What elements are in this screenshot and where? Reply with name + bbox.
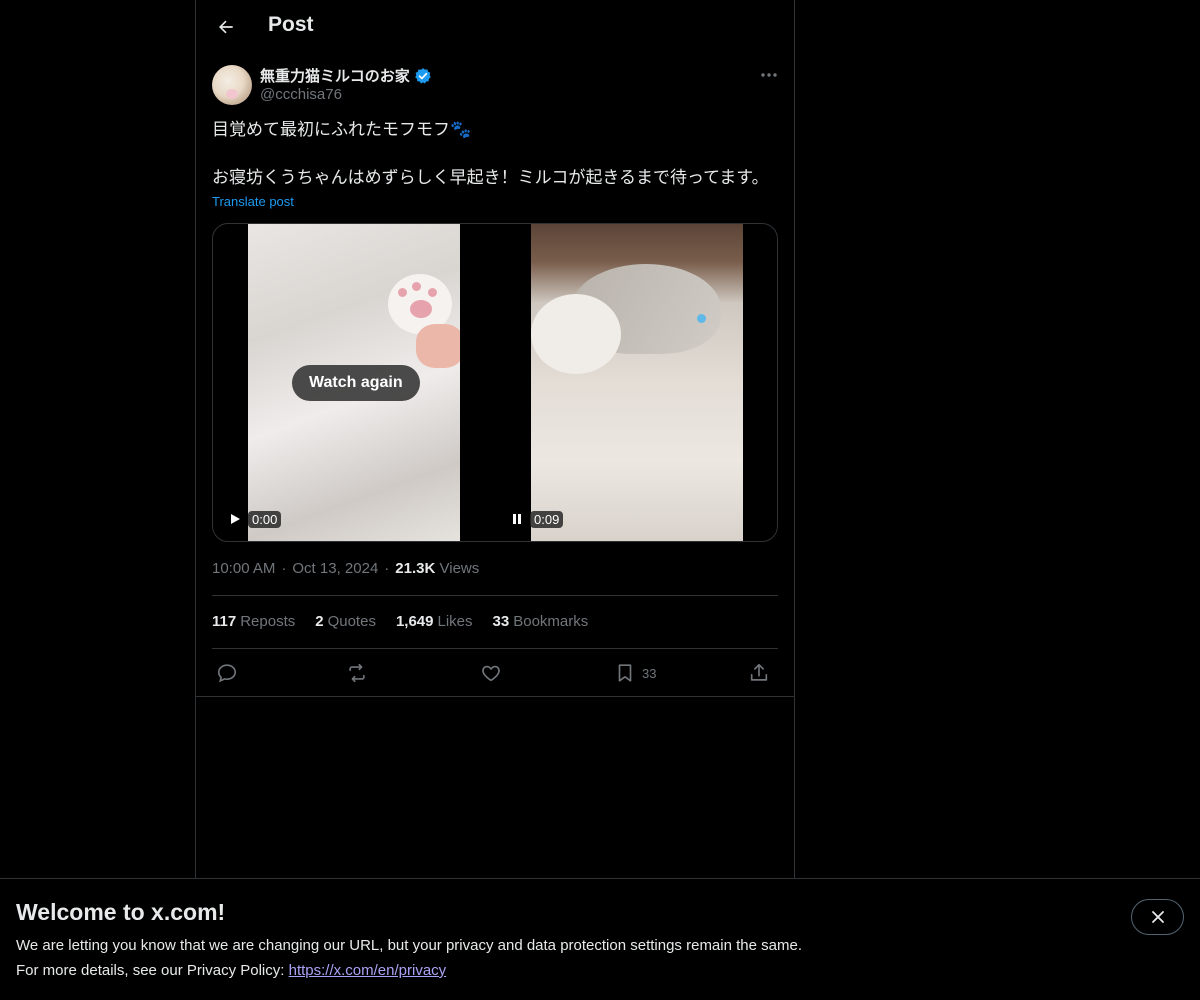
post-actions: 33 xyxy=(212,656,778,690)
stat-quotes[interactable]: 2 Quotes xyxy=(315,613,376,630)
video-2-time: 0:09 xyxy=(530,510,564,528)
banner-privacy-prefix: For more details, see our Privacy Policy… xyxy=(16,962,285,979)
video-1-time: 0:00 xyxy=(248,510,282,528)
divider xyxy=(212,648,778,649)
play-icon xyxy=(231,514,240,524)
repost-icon xyxy=(349,663,365,683)
watch-again-button[interactable]: Watch again xyxy=(292,365,420,401)
author-handle[interactable]: @ccchisa76 xyxy=(260,86,342,103)
bookmark-button[interactable]: 33 xyxy=(614,656,656,690)
divider xyxy=(212,595,778,596)
video-1-controls: 0:00 xyxy=(228,508,282,530)
post-text: 目覚めて最初にふれたモフモフ🐾 お寝坊くうちゃんはめずらしく早起き！ミルコが起き… xyxy=(212,120,769,187)
stat-label: Likes xyxy=(437,613,473,630)
avatar[interactable] xyxy=(212,65,252,105)
stat-count: 1,649 xyxy=(395,613,434,630)
views-count: 21.3K xyxy=(395,560,436,577)
more-options-button[interactable] xyxy=(754,64,784,86)
repost-button[interactable] xyxy=(346,656,368,690)
bookmark-icon xyxy=(618,664,632,682)
stat-bookmarks[interactable]: 33 Bookmarks xyxy=(493,613,589,630)
close-icon xyxy=(1151,911,1164,923)
page-title: Post xyxy=(268,13,314,36)
meta-separator: · xyxy=(281,560,287,577)
arrow-left-icon xyxy=(219,20,233,34)
post-stats: 117 Reposts 2 Quotes 1,649 Likes 33 Bookmark… xyxy=(212,613,588,630)
author-name-row[interactable]: 無重力猫ミルコのお家 xyxy=(260,65,432,86)
post-time[interactable]: 10:00 AM xyxy=(212,560,275,577)
author-display-name: 無重力猫ミルコのお家 xyxy=(260,68,410,85)
pause-button[interactable] xyxy=(510,512,524,526)
pause-icon xyxy=(513,514,521,524)
meta-separator: · xyxy=(384,560,390,577)
privacy-policy-link[interactable]: https://x.com/en/privacy xyxy=(289,962,447,979)
welcome-banner: Welcome to x.com! We are letting you kno… xyxy=(0,878,1200,1000)
stat-label: Quotes xyxy=(327,613,376,630)
stat-count: 33 xyxy=(492,613,510,630)
like-button[interactable] xyxy=(480,656,502,690)
stat-label: Reposts xyxy=(240,613,296,630)
post-meta: 10:00 AM · Oct 13, 2024 · 21.3K Views xyxy=(212,560,479,577)
video-2-controls: 0:09 xyxy=(510,508,564,530)
bookmark-count: 33 xyxy=(642,665,657,681)
heart-icon xyxy=(482,665,500,682)
verified-badge-icon xyxy=(414,67,431,83)
reply-icon xyxy=(217,664,237,683)
white-cat-image xyxy=(531,294,621,374)
views-label: Views xyxy=(439,560,480,577)
stat-label: Bookmarks xyxy=(513,613,589,630)
stat-count: 117 xyxy=(212,613,237,630)
back-button[interactable] xyxy=(208,9,244,45)
more-dots-icon xyxy=(761,73,777,77)
share-icon xyxy=(750,663,768,681)
banner-title: Welcome to x.com! xyxy=(16,899,226,925)
video-player-2[interactable] xyxy=(531,224,743,541)
reply-button[interactable] xyxy=(216,656,238,690)
banner-message: We are letting you know that we are chan… xyxy=(16,937,802,954)
play-button[interactable] xyxy=(228,512,242,526)
translate-post-link[interactable]: Translate post xyxy=(212,194,294,209)
primary-column: Post 無重力猫ミルコのお家 @ccchisa76 目覚めて最初にふれたモフモ… xyxy=(195,0,795,1000)
share-button[interactable] xyxy=(748,656,770,690)
page-header: Post xyxy=(196,0,794,54)
stat-likes[interactable]: 1,649 Likes xyxy=(396,613,473,630)
stat-count: 2 xyxy=(315,613,324,630)
post-media: Watch again 0:00 0:09 xyxy=(212,223,778,542)
divider xyxy=(196,696,794,697)
post-date[interactable]: Oct 13, 2024 xyxy=(292,560,378,577)
hand-image xyxy=(416,324,460,368)
close-banner-button[interactable] xyxy=(1131,899,1184,935)
banner-privacy-line: For more details, see our Privacy Policy… xyxy=(16,962,446,979)
stat-reposts[interactable]: 117 Reposts xyxy=(212,613,295,630)
